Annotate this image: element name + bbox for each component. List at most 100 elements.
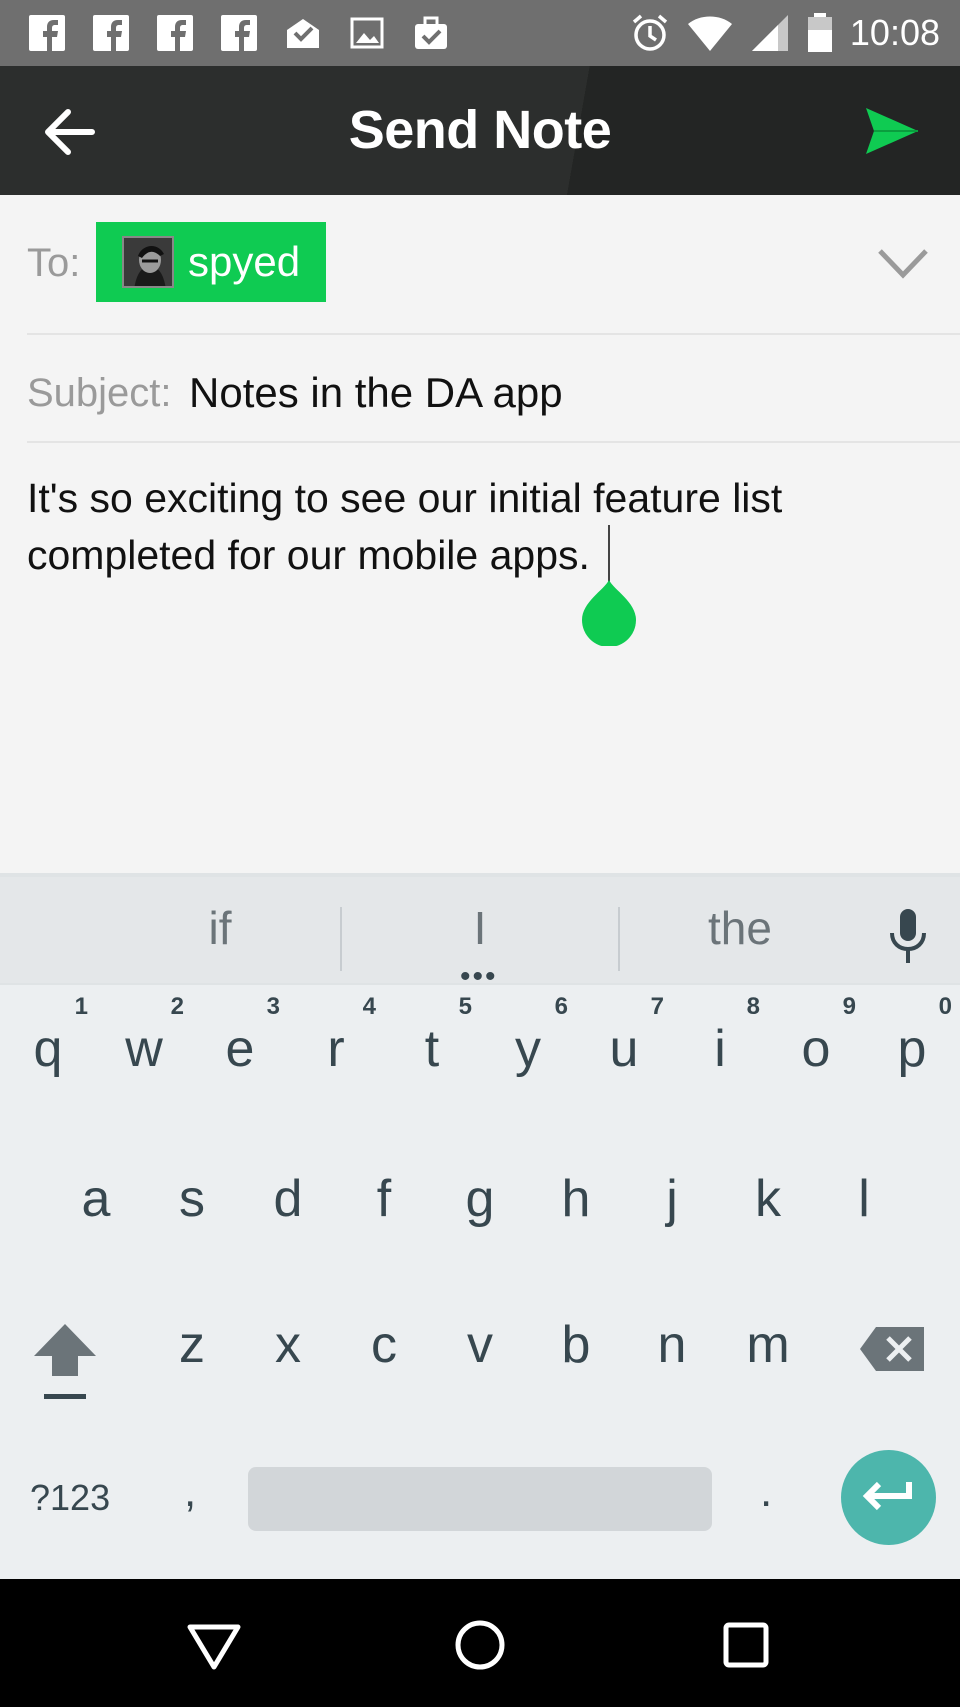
- key-label: i: [714, 1020, 726, 1078]
- key-label: p: [897, 1020, 927, 1078]
- soft-keyboard: if I ••• the 1q2w3e4r5t6y7u8i9o0p asdfgh…: [0, 873, 960, 1579]
- key-v[interactable]: v: [434, 1285, 526, 1415]
- key-j[interactable]: j: [626, 1139, 718, 1269]
- key-number-hint: 6: [554, 993, 568, 1020]
- key-o[interactable]: 9o: [770, 989, 862, 1119]
- key-number-hint: 5: [458, 993, 472, 1020]
- key-u[interactable]: 7u: [578, 989, 670, 1119]
- recents-square-icon[interactable]: [718, 1617, 774, 1673]
- key-z[interactable]: z: [146, 1285, 238, 1415]
- period-key[interactable]: .: [760, 1467, 772, 1517]
- back-triangle-icon[interactable]: [186, 1617, 242, 1673]
- key-label: a: [81, 1170, 111, 1228]
- mail-check-icon: [287, 19, 319, 48]
- key-label: y: [515, 1020, 541, 1078]
- key-w[interactable]: 2w: [98, 989, 190, 1119]
- subject-input[interactable]: Notes in the DA app: [189, 369, 563, 417]
- key-label: s: [179, 1170, 205, 1228]
- recipient-chip[interactable]: spyed: [96, 222, 326, 302]
- suggestion-3[interactable]: the: [690, 901, 790, 955]
- facebook-icon: [221, 15, 257, 51]
- key-n[interactable]: n: [626, 1285, 718, 1415]
- key-q[interactable]: 1q: [2, 989, 94, 1119]
- key-h[interactable]: h: [530, 1139, 622, 1269]
- comma-key[interactable]: ,: [184, 1467, 196, 1517]
- symbols-key[interactable]: ?123: [30, 1477, 110, 1519]
- key-number-hint: 1: [74, 993, 88, 1020]
- key-label: k: [755, 1170, 781, 1228]
- key-number-hint: 4: [362, 993, 376, 1020]
- key-label: j: [666, 1170, 678, 1228]
- key-t[interactable]: 5t: [386, 989, 478, 1119]
- subject-label: Subject:: [27, 371, 172, 415]
- key-label: v: [467, 1316, 493, 1374]
- wifi-icon: [687, 16, 732, 51]
- key-x[interactable]: x: [242, 1285, 334, 1415]
- key-label: l: [858, 1170, 870, 1228]
- key-number-hint: 9: [842, 993, 856, 1020]
- facebook-icon: [29, 15, 65, 51]
- key-label: g: [465, 1170, 495, 1228]
- microphone-icon[interactable]: [888, 907, 928, 967]
- key-number-hint: 3: [266, 993, 280, 1020]
- key-number-hint: 8: [746, 993, 760, 1020]
- notification-icons: [28, 14, 450, 52]
- key-e[interactable]: 3e: [194, 989, 286, 1119]
- enter-icon: [862, 1481, 912, 1511]
- arrow-left-icon[interactable]: [40, 102, 100, 162]
- subject-row: Subject: Notes in the DA app: [27, 335, 960, 443]
- key-s[interactable]: s: [146, 1139, 238, 1269]
- suggestion-strip: if I ••• the: [0, 877, 960, 992]
- key-label: x: [275, 1316, 301, 1374]
- key-label: t: [424, 1020, 440, 1078]
- key-label: r: [327, 1020, 345, 1078]
- key-label: f: [376, 1170, 392, 1228]
- key-label: b: [561, 1316, 591, 1374]
- key-c[interactable]: c: [338, 1285, 430, 1415]
- page-title: Send Note: [348, 100, 612, 160]
- key-k[interactable]: k: [722, 1139, 814, 1269]
- facebook-icon: [157, 15, 193, 51]
- body-line: It's so exciting to see our initial feat…: [27, 475, 783, 521]
- app-bar: Send Note: [0, 66, 960, 195]
- image-icon: [350, 17, 384, 49]
- key-y[interactable]: 6y: [482, 989, 574, 1119]
- cursor-handle-icon[interactable]: [582, 580, 636, 646]
- key-f[interactable]: f: [338, 1139, 430, 1269]
- chevron-down-icon[interactable]: [876, 243, 930, 283]
- suggestion-2[interactable]: I: [430, 901, 530, 955]
- key-r[interactable]: 4r: [290, 989, 382, 1119]
- shift-icon[interactable]: [32, 1322, 98, 1402]
- key-label: q: [33, 1020, 63, 1078]
- home-circle-icon[interactable]: [452, 1617, 508, 1673]
- key-label: u: [609, 1020, 639, 1078]
- send-icon[interactable]: [864, 106, 920, 156]
- key-label: c: [371, 1316, 397, 1374]
- key-label: z: [179, 1316, 205, 1374]
- key-b[interactable]: b: [530, 1285, 622, 1415]
- key-a[interactable]: a: [50, 1139, 142, 1269]
- key-i[interactable]: 8i: [674, 989, 766, 1119]
- key-number-hint: 7: [650, 993, 664, 1020]
- key-p[interactable]: 0p: [866, 989, 958, 1119]
- more-suggestions-icon[interactable]: •••: [460, 962, 498, 992]
- briefcase-check-icon: [415, 16, 447, 49]
- key-l[interactable]: l: [818, 1139, 910, 1269]
- key-label: w: [125, 1020, 163, 1078]
- alarm-icon: [632, 14, 668, 51]
- to-label: To:: [27, 241, 81, 285]
- key-m[interactable]: m: [722, 1285, 814, 1415]
- clock: 10:08: [849, 12, 940, 53]
- key-label: h: [561, 1170, 591, 1228]
- key-d[interactable]: d: [242, 1139, 334, 1269]
- suggestion-1[interactable]: if: [170, 901, 270, 955]
- enter-key[interactable]: [841, 1450, 936, 1545]
- text-cursor: [608, 525, 610, 583]
- backspace-icon[interactable]: [860, 1325, 926, 1373]
- suggestion-divider: [618, 907, 620, 971]
- key-g[interactable]: g: [434, 1139, 526, 1269]
- message-body-input[interactable]: It's so exciting to see our initial feat…: [27, 470, 927, 870]
- system-icons: 10:08: [630, 12, 940, 54]
- space-key[interactable]: [248, 1467, 712, 1531]
- suggestion-divider: [340, 907, 342, 971]
